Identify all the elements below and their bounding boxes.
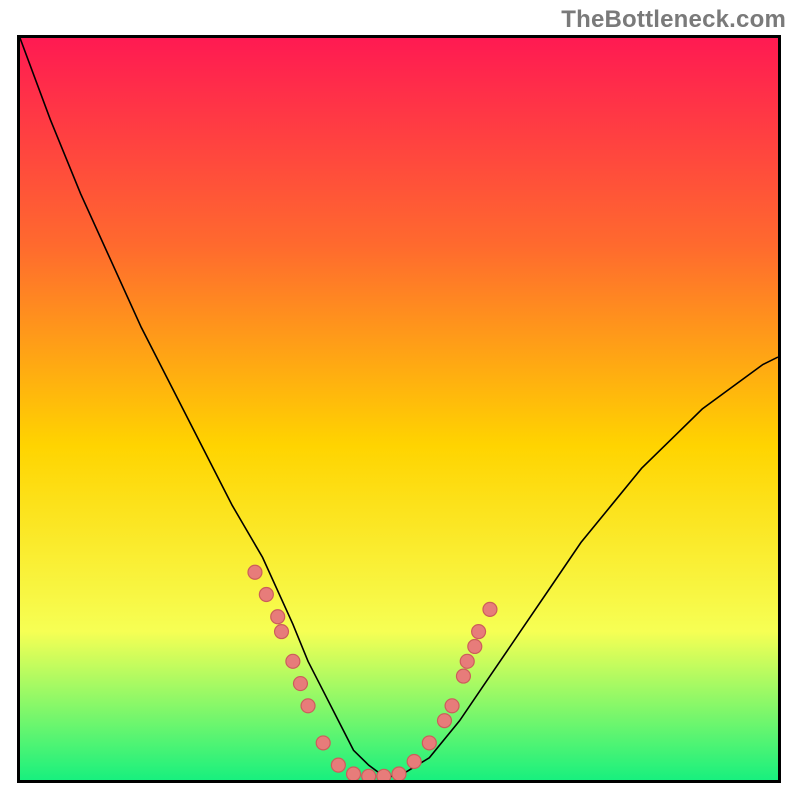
gradient-background [20,38,778,780]
data-point [286,654,300,668]
data-point [445,699,459,713]
data-point [392,767,406,780]
data-point [293,677,307,691]
data-point [248,565,262,579]
watermark-text: TheBottleneck.com [561,6,786,34]
data-point [460,654,474,668]
data-point [301,699,315,713]
data-point [275,625,289,639]
data-point [407,754,421,768]
data-point [331,758,345,772]
data-point [422,736,436,750]
data-point [456,669,470,683]
data-point [377,769,391,780]
data-point [347,767,361,780]
plot-svg [20,38,778,780]
data-point [259,588,273,602]
data-point [316,736,330,750]
data-point [271,610,285,624]
data-point [472,625,486,639]
data-point [362,769,376,780]
data-point [437,714,451,728]
data-point [468,639,482,653]
data-point [483,602,497,616]
plot-frame [17,35,781,783]
